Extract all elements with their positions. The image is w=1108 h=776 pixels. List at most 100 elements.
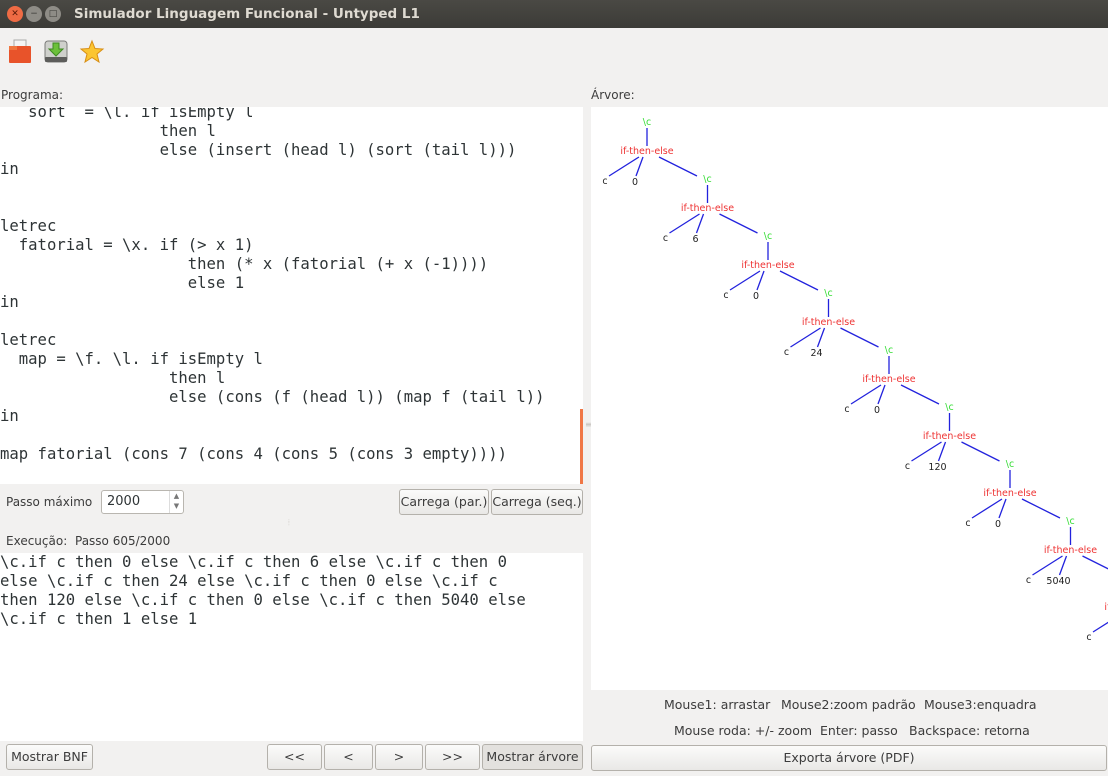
code-line[interactable] (0, 426, 545, 445)
lambda-node[interactable]: \c (885, 345, 893, 356)
lambda-node[interactable]: \c (824, 288, 832, 299)
then-value-node[interactable]: 6 (692, 234, 698, 245)
star-icon (79, 39, 105, 64)
code-line[interactable]: sort = \l. if isEmpty l (0, 107, 545, 122)
toolbar (0, 28, 1108, 78)
code-line[interactable]: map = \f. \l. if isEmpty l (0, 350, 545, 369)
then-value-node[interactable]: 0 (874, 405, 880, 416)
code-line[interactable]: fatorial = \x. if (> x 1) (0, 236, 545, 255)
tree-edge (1092, 621, 1108, 633)
code-line[interactable]: then l (0, 369, 545, 388)
tree-edge (790, 327, 821, 348)
if-then-else-node[interactable]: if-then-else (802, 317, 855, 328)
show-tree-button[interactable]: Mostrar árvore (482, 744, 583, 770)
lambda-node[interactable]: \c (703, 174, 711, 185)
tree-edge (729, 270, 761, 291)
if-then-else-node[interactable]: if-then-else (741, 260, 794, 271)
previous-step-button[interactable]: < (324, 744, 373, 770)
tree-edge (1058, 555, 1068, 576)
maximize-window-button[interactable]: □ (45, 6, 61, 22)
editor-vertical-scrollbar[interactable] (580, 409, 583, 484)
tree-edge (719, 213, 758, 234)
program-editor[interactable]: sort = \l. if isEmpty l then l else (ins… (0, 107, 583, 484)
then-value-node[interactable]: 24 (810, 348, 822, 359)
hint-mouse3: Mouse3:enquadra (924, 697, 1037, 712)
tree-edge (998, 498, 1007, 519)
tree-edge (900, 384, 940, 405)
minimize-window-button[interactable]: − (26, 6, 42, 22)
hint-backspace: Backspace: retorna (909, 723, 1030, 738)
hint-enter: Enter: passo (820, 723, 898, 738)
lambda-node[interactable]: \c (945, 402, 953, 413)
spinner-arrows-icon[interactable]: ▲ ▼ (169, 491, 183, 513)
output-line: then 120 else \c.if c then 0 else \c.if … (0, 591, 526, 609)
export-tree-pdf-button[interactable]: Exporta árvore (PDF) (591, 745, 1107, 771)
save-button[interactable] (42, 38, 70, 66)
close-window-button[interactable]: ✕ (7, 6, 23, 22)
condition-var-node[interactable]: c (602, 176, 607, 187)
tree-edge (911, 441, 942, 462)
code-line[interactable] (0, 198, 545, 217)
condition-var-node[interactable]: c (1086, 632, 1091, 643)
if-then-else-node[interactable]: if-then-else (862, 374, 915, 385)
code-line[interactable]: in (0, 160, 545, 179)
if-then-else-node[interactable]: if-then-else (681, 203, 734, 214)
show-bnf-button[interactable]: Mostrar BNF (6, 744, 93, 770)
then-value-node[interactable]: 5040 (1046, 576, 1070, 587)
code-line[interactable]: then l (0, 122, 545, 141)
hint-mouse2: Mouse2:zoom padrão (781, 697, 916, 712)
load-parallel-button[interactable]: Carrega (par.) (399, 489, 489, 515)
tree-edge (840, 327, 879, 348)
if-then-else-node[interactable]: if-then-else (1104, 602, 1108, 613)
next-step-button[interactable]: > (375, 744, 423, 770)
code-line[interactable]: letrec (0, 331, 545, 350)
save-download-icon (44, 40, 68, 63)
output-line: \c.if c then 1 else 1 (0, 610, 198, 628)
code-line[interactable]: else (insert (head l) (sort (tail l))) (0, 141, 545, 160)
last-step-button[interactable]: >> (425, 744, 480, 770)
then-value-node[interactable]: 0 (632, 177, 638, 188)
condition-var-node[interactable]: c (905, 461, 910, 472)
then-value-node[interactable]: 0 (753, 291, 759, 302)
code-line[interactable] (0, 312, 545, 331)
code-line[interactable]: letrec (0, 217, 545, 236)
open-button[interactable] (6, 38, 34, 66)
execution-output[interactable]: \c.if c then 0 else \c.if c then 6 else … (0, 553, 583, 741)
program-code[interactable]: sort = \l. if isEmpty l then l else (ins… (0, 107, 545, 464)
code-line[interactable]: else (cons (f (head l)) (map f (tail l)) (0, 388, 545, 407)
code-line[interactable]: in (0, 407, 545, 426)
condition-var-node[interactable]: c (965, 518, 970, 529)
if-then-else-node[interactable]: if-then-else (620, 146, 673, 157)
syntax-tree[interactable]: \c if-then-else c 0 \c if-then-else c 6 \c if-the… (591, 107, 1108, 690)
load-sequential-button[interactable]: Carrega (seq.) (491, 489, 583, 515)
output-line: \c.if c then 0 else \c.if c then 6 else … (0, 553, 507, 571)
max-step-spinner[interactable]: 2000 ▲ ▼ (101, 490, 184, 514)
code-line[interactable]: else 1 (0, 274, 545, 293)
condition-var-node[interactable]: c (663, 233, 668, 244)
tree-label: Árvore: (591, 88, 635, 102)
first-step-button[interactable]: << (267, 744, 322, 770)
code-line[interactable]: in (0, 293, 545, 312)
code-line[interactable]: map fatorial (cons 7 (cons 4 (cons 5 (co… (0, 445, 545, 464)
if-then-else-node[interactable]: if-then-else (923, 431, 976, 442)
code-line[interactable]: then (* x (fatorial (+ x (-1)))) (0, 255, 545, 274)
lambda-node[interactable]: \c (643, 117, 651, 128)
condition-var-node[interactable]: c (844, 404, 849, 415)
then-value-node[interactable]: 120 (928, 462, 946, 473)
tree-edge (756, 270, 765, 291)
lambda-node[interactable]: \c (1066, 516, 1074, 527)
vertical-splitter-handle[interactable]: ⦙ (288, 518, 290, 528)
then-value-node[interactable]: 0 (995, 519, 1001, 530)
condition-var-node[interactable]: c (1026, 575, 1031, 586)
tree-canvas[interactable]: \c if-then-else c 0 \c if-then-else c 6 \c if-the… (591, 107, 1108, 690)
lambda-node[interactable]: \c (764, 231, 772, 242)
code-line[interactable] (0, 179, 545, 198)
condition-var-node[interactable]: c (723, 290, 728, 301)
if-then-else-node[interactable]: if-then-else (1044, 545, 1097, 556)
tree-edge (1032, 555, 1063, 576)
lambda-node[interactable]: \c (1006, 459, 1014, 470)
favorite-button[interactable] (78, 38, 106, 66)
max-step-value[interactable]: 2000 (107, 494, 140, 509)
condition-var-node[interactable]: c (784, 347, 789, 358)
if-then-else-node[interactable]: if-then-else (983, 488, 1036, 499)
